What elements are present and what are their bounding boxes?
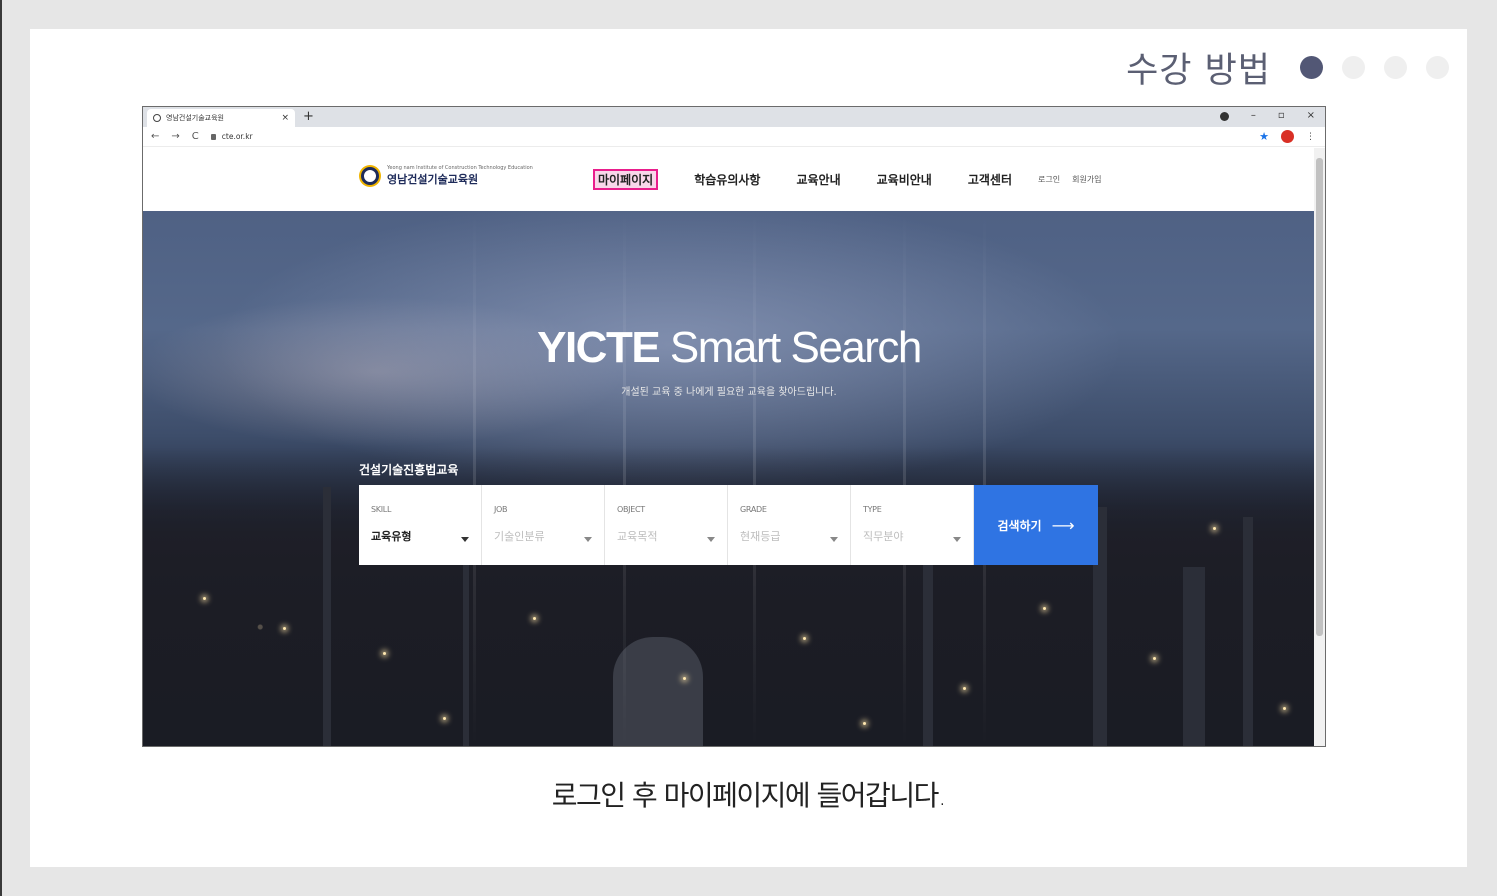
chevron-down-icon — [830, 537, 838, 542]
chevron-down-icon — [707, 537, 715, 542]
left-border — [0, 0, 2, 896]
menu-item-fee-info[interactable]: 교육비안내 — [877, 171, 932, 188]
login-link[interactable]: 로그인 — [1038, 174, 1060, 185]
restore-button[interactable]: ▫ — [1278, 109, 1285, 123]
search-button-label: 검색하기 — [997, 518, 1042, 533]
more-menu-icon[interactable]: ⋮ — [1306, 132, 1315, 142]
record-icon[interactable] — [1219, 111, 1229, 121]
tab-close-icon[interactable]: × — [281, 113, 289, 123]
field-label: GRADE — [740, 505, 767, 514]
browser-tab[interactable]: 영남건설기술교육원 × — [147, 109, 295, 127]
type-select[interactable]: TYPE 직무분야 — [851, 485, 974, 565]
job-select[interactable]: JOB 기술인분류 — [482, 485, 605, 565]
browser-screenshot: 영남건설기술교육원 × + – ▫ × ← → C cte.or.kr ★ ⋮ — [142, 106, 1326, 747]
field-label: TYPE — [863, 505, 882, 514]
website-viewport: Yeong nam Institute of Construction Tech… — [143, 148, 1315, 746]
hero-subtitle: 개설된 교육 중 나에게 필요한 교육을 찾아드립니다. — [621, 387, 837, 398]
search-section-label: 건설기술진흥법교육 — [359, 463, 459, 477]
scrollbar-thumb[interactable] — [1316, 158, 1323, 636]
skill-select[interactable]: SKILL 교육유형 — [359, 485, 482, 565]
url-text: cte.or.kr — [221, 132, 253, 141]
logo-emblem-icon — [359, 165, 381, 187]
field-value: 현재등급 — [740, 530, 781, 543]
arrow-right-icon: ⟶ — [1051, 515, 1075, 535]
lock-icon — [210, 133, 216, 140]
signup-link[interactable]: 회원가입 — [1072, 174, 1101, 185]
back-icon[interactable]: ← — [151, 131, 159, 142]
page-scrollbar[interactable] — [1314, 148, 1325, 746]
step-dot-3[interactable] — [1384, 55, 1407, 79]
site-menu: 마이페이지 학습유의사항 교육안내 교육비안내 고객센터 로그인 회원가입 — [593, 169, 1114, 190]
smart-search-form: SKILL 교육유형 JOB 기술인분류 OBJECT 교육목적 GRADE 현… — [359, 485, 1098, 565]
grade-select[interactable]: GRADE 현재등급 — [728, 485, 851, 565]
globe-icon — [153, 114, 161, 122]
menu-item-mypage[interactable]: 마이페이지 — [593, 169, 659, 190]
hero-title-bold: YICTE — [537, 323, 661, 372]
step-title: 수강 방법 — [1126, 50, 1271, 91]
forward-icon[interactable]: → — [171, 131, 179, 142]
step-dot-2[interactable] — [1342, 55, 1365, 79]
tab-title: 영남건설기술교육원 — [166, 114, 224, 122]
logo-name: 영남건설기술교육원 — [387, 173, 479, 186]
window-controls: – ▫ × — [1219, 109, 1315, 123]
search-button[interactable]: 검색하기 ⟶ — [974, 485, 1098, 565]
slide-caption: 로그인 후 마이페이지에 들어갑니다. — [551, 779, 947, 812]
field-value: 기술인분류 — [494, 530, 545, 543]
minimize-button[interactable]: – — [1251, 109, 1256, 123]
hero-banner: YICTE Smart Search 개설된 교육 중 나에게 필요한 교육을 … — [143, 211, 1315, 746]
chevron-down-icon — [461, 537, 469, 542]
object-select[interactable]: OBJECT 교육목적 — [605, 485, 728, 565]
bookmark-star-icon[interactable]: ★ — [1259, 130, 1269, 143]
address-bar-actions: ★ ⋮ — [1259, 130, 1315, 143]
menu-item-edu-info[interactable]: 교육안내 — [796, 171, 840, 188]
url-field[interactable]: cte.or.kr — [210, 132, 253, 141]
site-header: Yeong nam Institute of Construction Tech… — [143, 148, 1315, 211]
field-label: JOB — [494, 505, 508, 514]
step-dot-1[interactable] — [1300, 55, 1323, 79]
hero-title-light: Smart Search — [659, 323, 922, 372]
field-label: SKILL — [371, 505, 392, 514]
close-window-button[interactable]: × — [1307, 109, 1315, 123]
field-value: 직무분야 — [863, 530, 904, 543]
field-label: OBJECT — [617, 505, 645, 514]
field-value: 교육유형 — [371, 530, 412, 543]
step-dot-4[interactable] — [1426, 55, 1449, 79]
chevron-down-icon — [953, 537, 961, 542]
slide-card: 수강 방법 영남건설기술교육원 × + – ▫ × ← → C cte.or.k… — [30, 29, 1467, 867]
address-bar: ← → C cte.or.kr ★ ⋮ — [143, 127, 1325, 147]
step-header: 수강 방법 — [1126, 43, 1449, 91]
field-value: 교육목적 — [617, 530, 658, 543]
profile-avatar-icon[interactable] — [1281, 130, 1294, 143]
hero-title: YICTE Smart Search — [143, 323, 1315, 373]
chevron-down-icon — [584, 537, 592, 542]
menu-item-support[interactable]: 고객센터 — [968, 171, 1012, 188]
menu-item-notice[interactable]: 학습유의사항 — [694, 171, 760, 188]
reload-icon[interactable]: C — [192, 131, 199, 142]
site-logo[interactable]: Yeong nam Institute of Construction Tech… — [359, 165, 533, 187]
new-tab-button[interactable]: + — [303, 109, 314, 125]
browser-tabbar: 영남건설기술교육원 × + – ▫ × — [143, 107, 1325, 127]
